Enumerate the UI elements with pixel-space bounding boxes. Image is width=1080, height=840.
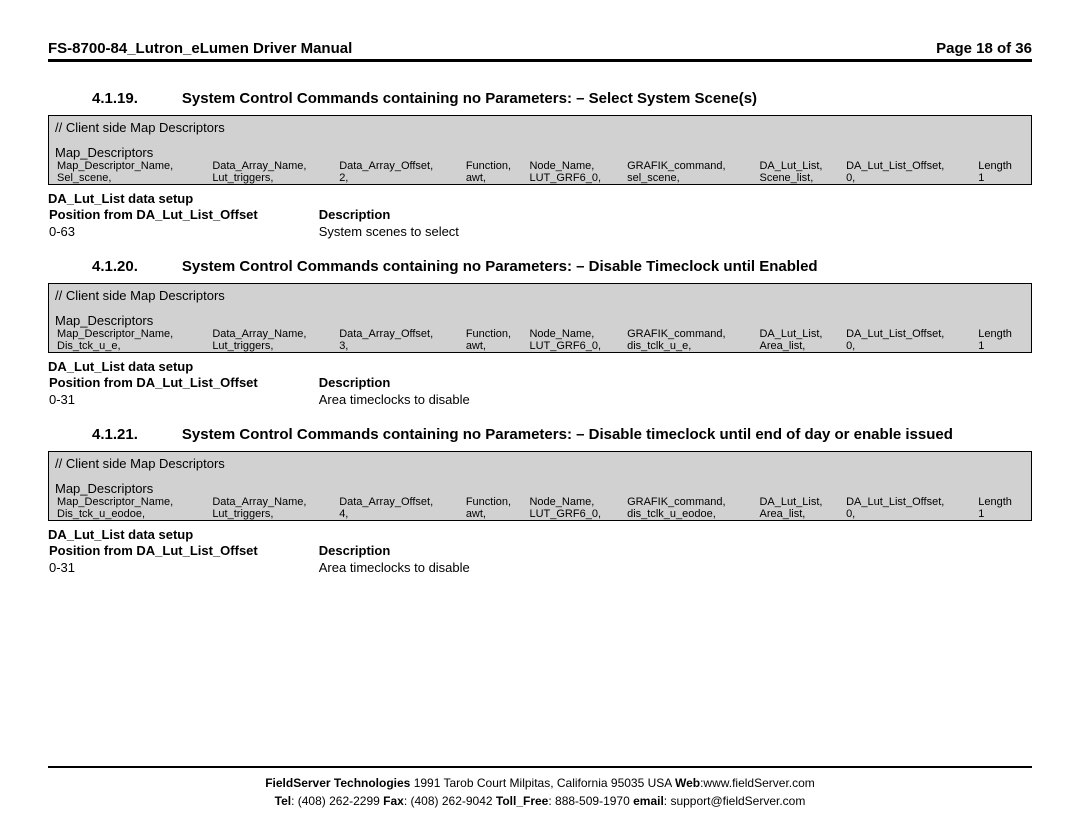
- section-heading: 4.1.19. System Control Commands containin…: [48, 90, 1032, 107]
- setup-head: DA_Lut_List data setup: [48, 191, 1032, 206]
- setup-head: DA_Lut_List data setup: [48, 359, 1032, 374]
- section-heading: 4.1.20. System Control Commands containin…: [48, 258, 1032, 275]
- desc-value: Area timeclocks to disable: [318, 391, 530, 408]
- section-number: 4.1.21.: [92, 426, 138, 443]
- doc-title: FS-8700-84_Lutron_eLumen Driver Manual: [48, 40, 352, 57]
- footer-fax-label: Fax: [383, 794, 404, 808]
- csv-table: Map_Descriptor_Name, Data_Array_Name, Da…: [55, 496, 1025, 520]
- pos-head: Position from DA_Lut_List_Offset: [48, 542, 318, 559]
- table-row: Dis_tck_u_e, Lut_triggers, 3, awt, LUT_G…: [55, 340, 1025, 352]
- table-row: Sel_scene, Lut_triggers, 2, awt, LUT_GRF…: [55, 172, 1025, 184]
- footer-email: : support@fieldServer.com: [664, 794, 806, 808]
- csv-table: Map_Descriptor_Name, Data_Array_Name, Da…: [55, 160, 1025, 184]
- section-number: 4.1.19.: [92, 90, 138, 107]
- footer-email-label: email: [633, 794, 664, 808]
- setup-table: Position from DA_Lut_List_OffsetDescript…: [48, 374, 530, 408]
- pos-head: Position from DA_Lut_List_Offset: [48, 206, 318, 223]
- map-descriptors-label: Map_Descriptors: [55, 481, 1025, 496]
- section-number: 4.1.20.: [92, 258, 138, 275]
- footer-toll-label: Toll_Free: [496, 794, 548, 808]
- desc-value: System scenes to select: [318, 223, 519, 240]
- block-comment: // Client side Map Descriptors: [55, 120, 1025, 135]
- csv-table: Map_Descriptor_Name, Data_Array_Name, Da…: [55, 328, 1025, 352]
- footer-company: FieldServer Technologies: [265, 776, 410, 790]
- page-header: FS-8700-84_Lutron_eLumen Driver Manual P…: [48, 40, 1032, 62]
- pos-value: 0-31: [48, 391, 318, 408]
- footer-tel: : (408) 262-2299: [291, 794, 383, 808]
- pos-value: 0-63: [48, 223, 318, 240]
- section-title: System Control Commands containing no Pa…: [182, 426, 953, 443]
- footer-toll: : 888-509-1970: [548, 794, 633, 808]
- table-header-row: Map_Descriptor_Name, Data_Array_Name, Da…: [55, 160, 1025, 172]
- block-comment: // Client side Map Descriptors: [55, 456, 1025, 471]
- map-descriptor-block: // Client side Map Descriptors Map_Descr…: [48, 283, 1032, 353]
- table-header-row: Map_Descriptor_Name, Data_Array_Name, Da…: [55, 328, 1025, 340]
- desc-value: Area timeclocks to disable: [318, 559, 530, 576]
- setup-head: DA_Lut_List data setup: [48, 527, 1032, 542]
- table-row: Dis_tck_u_eodoe, Lut_triggers, 4, awt, L…: [55, 508, 1025, 520]
- page-footer: FieldServer Technologies 1991 Tarob Cour…: [48, 768, 1032, 810]
- footer-web-label: Web: [675, 776, 700, 790]
- block-comment: // Client side Map Descriptors: [55, 288, 1025, 303]
- map-descriptor-block: // Client side Map Descriptors Map_Descr…: [48, 115, 1032, 185]
- section-title: System Control Commands containing no Pa…: [182, 90, 757, 107]
- section-title: System Control Commands containing no Pa…: [182, 258, 818, 275]
- pos-head: Position from DA_Lut_List_Offset: [48, 374, 318, 391]
- page-number: Page 18 of 36: [936, 40, 1032, 57]
- setup-table: Position from DA_Lut_List_OffsetDescript…: [48, 206, 519, 240]
- footer-web: :www.fieldServer.com: [700, 776, 815, 790]
- map-descriptors-label: Map_Descriptors: [55, 313, 1025, 328]
- pos-value: 0-31: [48, 559, 318, 576]
- map-descriptor-block: // Client side Map Descriptors Map_Descr…: [48, 451, 1032, 521]
- footer-tel-label: Tel: [275, 794, 291, 808]
- table-header-row: Map_Descriptor_Name, Data_Array_Name, Da…: [55, 496, 1025, 508]
- footer-fax: : (408) 262-9042: [404, 794, 496, 808]
- setup-table: Position from DA_Lut_List_OffsetDescript…: [48, 542, 530, 576]
- desc-head: Description: [318, 374, 530, 391]
- footer-address: 1991 Tarob Court Milpitas, California 95…: [410, 776, 675, 790]
- map-descriptors-label: Map_Descriptors: [55, 145, 1025, 160]
- desc-head: Description: [318, 542, 530, 559]
- desc-head: Description: [318, 206, 519, 223]
- section-heading: 4.1.21. System Control Commands containin…: [48, 426, 1032, 443]
